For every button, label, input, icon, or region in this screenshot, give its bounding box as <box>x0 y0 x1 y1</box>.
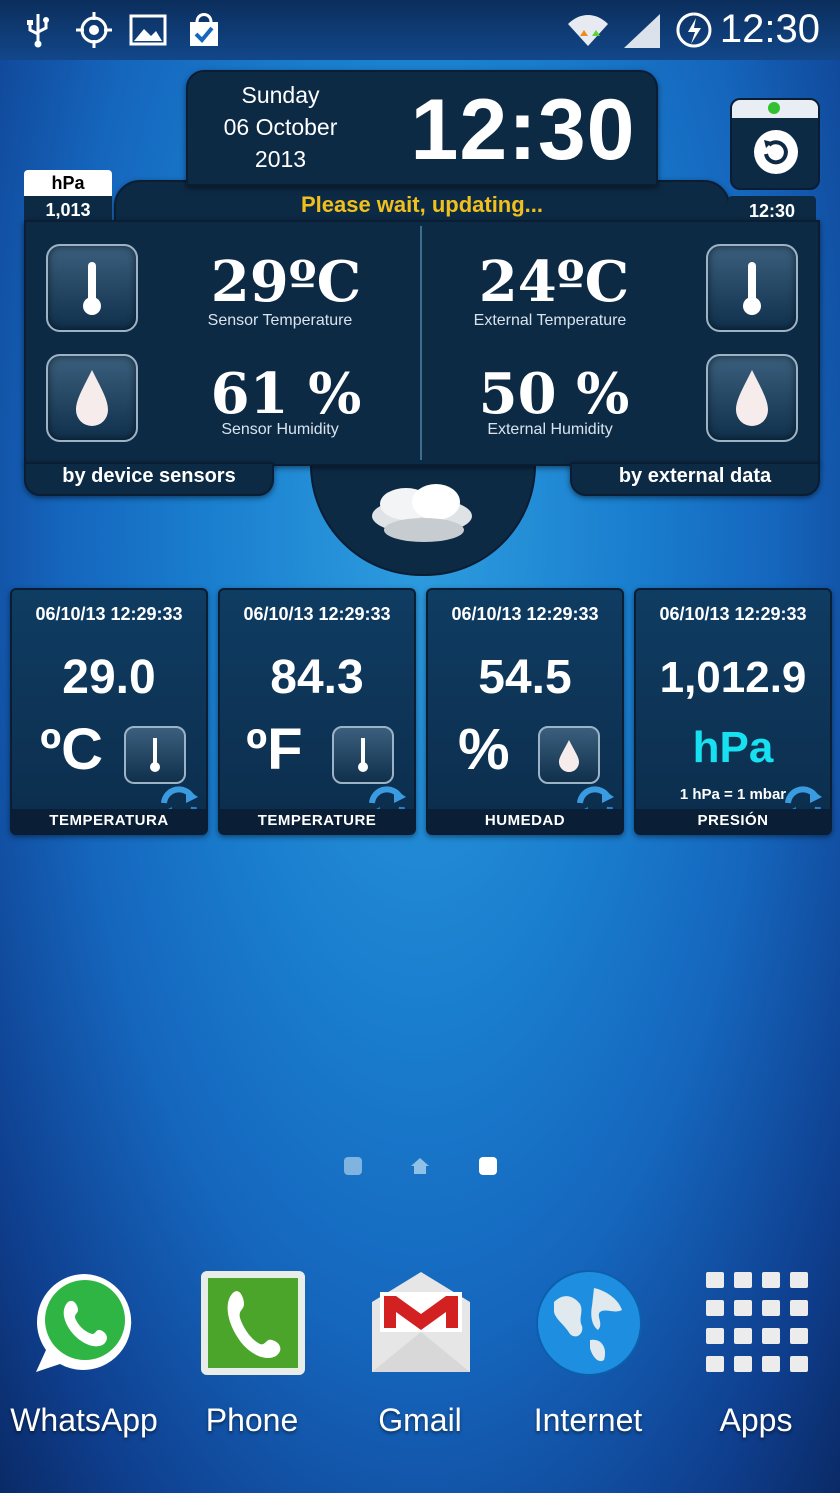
external-humidity-tile <box>706 354 798 442</box>
widget-value: 29.0 <box>62 651 156 704</box>
widget-timestamp: 06/10/13 12:29:33 <box>659 604 807 624</box>
widget-value: 1,012.9 <box>659 653 807 702</box>
external-data-tab[interactable]: by external data <box>570 462 820 496</box>
dock-label-gmail: Gmail <box>378 1402 462 1438</box>
sensor-humidity-value: 61 % <box>210 361 362 427</box>
widget-timestamp: 06/10/13 12:29:33 <box>451 604 599 624</box>
widget-unit: % <box>458 717 510 782</box>
pressure-widget[interactable]: 06/10/13 12:29:33 1,012.9 hPa 1 hPa = 1 … <box>634 588 832 835</box>
dock-label-apps: Apps <box>719 1402 793 1438</box>
widget-value: 54.5 <box>478 651 572 704</box>
thermometer-tile <box>332 726 394 784</box>
clock-time: 12:30 <box>410 82 636 178</box>
widget-footer: TEMPERATURA <box>12 809 206 833</box>
pressure-box: hPa 1,013 <box>24 170 112 224</box>
apps-grid-icon[interactable] <box>702 1268 812 1378</box>
pressure-unit: hPa <box>24 170 112 196</box>
dock-label-whatsapp: WhatsApp <box>10 1402 158 1438</box>
thermometer-icon <box>743 262 761 315</box>
status-time: 12:30 <box>719 7 820 51</box>
widget-footer: TEMPERATURE <box>220 809 414 833</box>
globe-icon[interactable] <box>534 1268 644 1378</box>
online-indicator <box>768 102 780 114</box>
external-temp-label: External Temperature <box>473 312 627 329</box>
clock-box[interactable]: Sunday 06 October 2013 12:30 <box>186 70 658 186</box>
signal-icon <box>624 14 660 48</box>
panel-divider <box>420 226 422 460</box>
sensor-temp-label: Sensor Temperature <box>207 312 353 329</box>
device-sensors-label: by device sensors <box>62 465 236 487</box>
external-temp-value: 24ºC <box>478 249 630 315</box>
year-label: 2013 <box>254 146 307 172</box>
usb-icon <box>27 14 49 48</box>
thermometer-icon <box>358 738 368 772</box>
external-data-label: by external data <box>618 465 772 487</box>
day-label: Sunday <box>241 82 320 108</box>
thermometer-tile <box>124 726 186 784</box>
shopping-bag-icon <box>190 13 218 46</box>
page-indicator-1[interactable] <box>344 1157 362 1175</box>
temperature-c-widget[interactable]: 06/10/13 12:29:33 29.0 ºC TEMPERATURA <box>10 588 208 835</box>
refresh-icon <box>754 130 798 174</box>
sensor-temp-tile <box>46 244 138 332</box>
sensor-panel[interactable] <box>24 220 820 466</box>
device-sensors-tab[interactable]: by device sensors <box>24 462 274 496</box>
humidity-widget[interactable]: 06/10/13 12:29:33 54.5 % HUMEDAD <box>426 588 624 835</box>
widget-timestamp: 06/10/13 12:29:33 <box>35 604 183 624</box>
thermometer-icon <box>83 262 101 315</box>
widget-value: 84.3 <box>270 651 364 704</box>
sensor-temp-value: 29ºC <box>210 249 362 315</box>
external-temp-tile <box>706 244 798 332</box>
widget-unit: ºF <box>246 717 303 782</box>
battery-charging-icon <box>676 12 712 48</box>
external-humidity-value: 50 % <box>478 361 630 427</box>
drop-tile <box>538 726 600 784</box>
page-indicator-3[interactable] <box>479 1157 497 1175</box>
sensor-humidity-label: Sensor Humidity <box>221 421 339 438</box>
external-humidity-label: External Humidity <box>487 421 613 438</box>
sensor-humidity-tile <box>46 354 138 442</box>
widget-unit: hPa <box>692 723 774 772</box>
refresh-button[interactable] <box>730 98 820 190</box>
thermometer-icon <box>150 738 160 772</box>
temperature-f-widget[interactable]: 06/10/13 12:29:33 84.3 ºF TEMPERATURE <box>218 588 416 835</box>
drop-icon <box>736 370 768 426</box>
gallery-icon <box>129 14 167 46</box>
wifi-icon <box>568 15 608 46</box>
widget-unit: ºC <box>40 717 104 782</box>
updating-status: Please wait, updating... <box>300 192 544 217</box>
widget-footer: HUMEDAD <box>428 809 622 833</box>
home-page-icon[interactable] <box>410 1156 430 1176</box>
date-label: 06 October <box>223 114 338 140</box>
gps-icon <box>76 12 112 48</box>
phone-icon[interactable] <box>198 1268 308 1378</box>
widget-footer: PRESIÓN <box>636 809 830 833</box>
status-bar[interactable]: 12:30 <box>0 0 840 60</box>
dock-label-phone: Phone <box>205 1402 299 1438</box>
drop-icon <box>76 370 108 426</box>
drop-icon <box>559 740 579 772</box>
gmail-icon[interactable] <box>366 1268 476 1378</box>
whatsapp-icon[interactable] <box>30 1268 140 1378</box>
cloud-icon <box>372 484 472 542</box>
widget-timestamp: 06/10/13 12:29:33 <box>243 604 391 624</box>
dock-label-internet: Internet <box>533 1402 643 1438</box>
